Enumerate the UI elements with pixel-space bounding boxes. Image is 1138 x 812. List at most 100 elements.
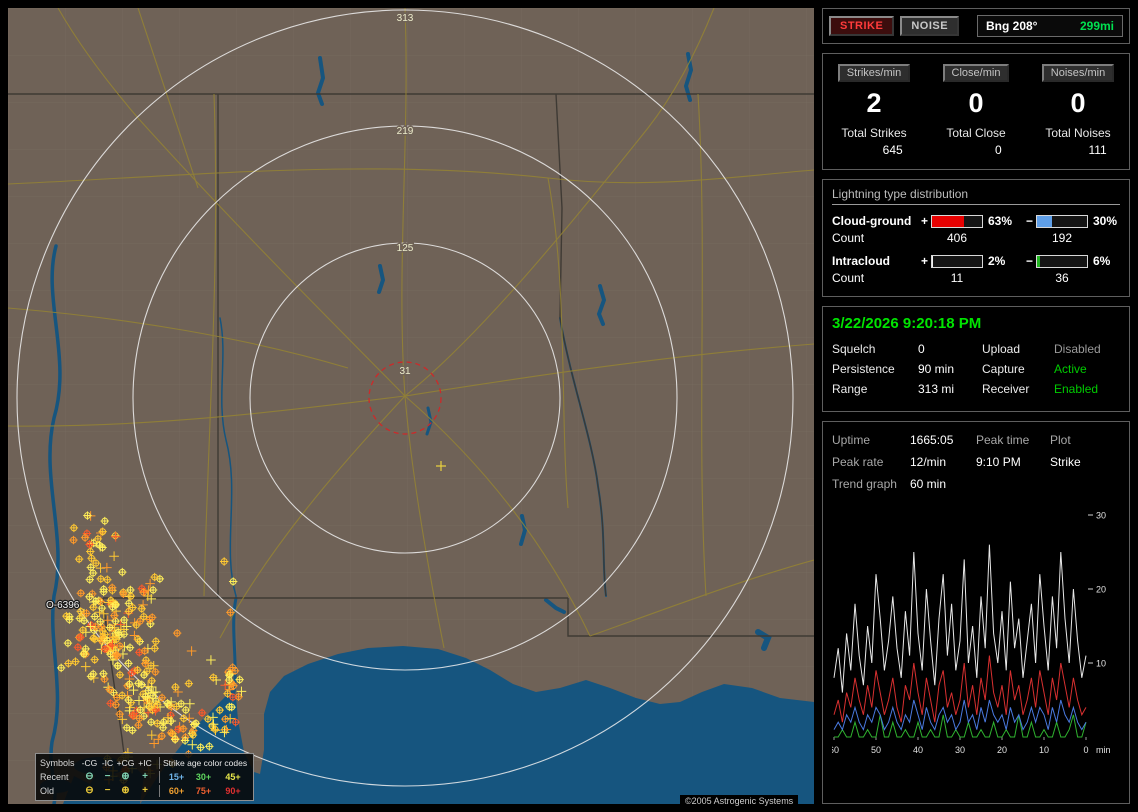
total-noises-label: Total Noises [1045, 126, 1111, 140]
persistence-value: 90 min [918, 362, 955, 376]
peak-rate-label: Peak rate [832, 455, 884, 469]
plus-sign: + [920, 254, 928, 268]
svg-text:10: 10 [1096, 659, 1106, 669]
noises-per-min-column: Noises/min 0 Total Noises 111 [1027, 63, 1129, 159]
intracloud-count-row: Count 11 36 [832, 271, 1120, 285]
circle-plus-icon: ⊕ [121, 785, 130, 796]
plot-label: Plot [1050, 433, 1071, 447]
total-close-value: 0 [995, 143, 1002, 157]
range-label: Range [832, 382, 868, 396]
ic-positive-count: 11 [950, 271, 964, 285]
datetime-display: 3/22/2026 9:20:18 PM [832, 315, 982, 332]
noises-per-min-value: 0 [1070, 88, 1086, 118]
ic-negative-count: 36 [1055, 271, 1069, 285]
plus-icon: + [142, 785, 148, 796]
storm-cell-label: O-6396 [46, 600, 80, 611]
trend-graph-label: Trend graph [832, 477, 897, 491]
total-noises-value: 111 [1088, 143, 1107, 157]
legend-age-title: Strike age color codes [163, 758, 248, 768]
distribution-section: Lightning type distribution Cloud-ground… [822, 179, 1130, 297]
svg-text:20: 20 [997, 745, 1007, 755]
legend-col-pos-cg: +CG [116, 758, 135, 768]
minus-icon: − [104, 771, 111, 782]
capture-status: Active [1054, 362, 1087, 376]
peak-time-label: Peak time [976, 433, 1030, 447]
bearing-value: Bng 208° [986, 19, 1038, 33]
top-control-bar: STRIKE NOISE Bng 208° 299mi [822, 8, 1130, 44]
legend-old-label: Old [40, 786, 55, 796]
age-code-30: 30+ [195, 772, 212, 782]
bearing-range-value: 299mi [1079, 19, 1114, 33]
strikes-per-min-value: 2 [866, 88, 882, 118]
close-per-min-value: 0 [968, 88, 984, 118]
noises-per-min-button[interactable]: Noises/min [1041, 64, 1115, 82]
status-row: Persistence 90 min Capture Active [832, 362, 1120, 376]
status-section: 3/22/2026 9:20:18 PM Squelch 0 Upload Di… [822, 306, 1130, 412]
count-label: Count [832, 231, 865, 245]
circle-plus-icon: ⊕ [121, 771, 130, 782]
noise-button[interactable]: NOISE [900, 16, 960, 36]
legend-symbols-title: Symbols [40, 758, 75, 768]
plot-value: Strike [1050, 455, 1081, 469]
minus-sign: − [1025, 254, 1033, 268]
uptime-value: 1665:05 [910, 433, 954, 447]
legend-col-pos-ic: +IC [138, 758, 152, 768]
strike-button[interactable]: STRIKE [829, 16, 895, 36]
svg-text:10: 10 [1039, 745, 1049, 755]
ic-positive-bar [931, 254, 983, 268]
age-code-60: 60+ [168, 786, 185, 796]
svg-text:50: 50 [871, 745, 881, 755]
capture-label: Capture [982, 362, 1025, 376]
total-close-label: Total Close [946, 126, 1006, 140]
minus-icon: − [104, 785, 111, 796]
svg-text:20: 20 [1096, 585, 1106, 595]
rates-section: Strikes/min 2 Total Strikes 645 Close/mi… [822, 53, 1130, 170]
legend-old-row: Old ⊖ − ⊕ + 60+ 75+ 90+ [40, 784, 249, 798]
range-label-31: 31 [399, 366, 411, 377]
stats-row: Uptime 1665:05 Peak time Plot [832, 433, 1120, 447]
uptime-label: Uptime [832, 433, 871, 447]
cg-positive-percent: 63% [988, 214, 1013, 228]
legend-divider [158, 785, 160, 797]
copyright-text: ©2005 Astrogenic Systems [680, 795, 799, 807]
age-code-15: 15+ [168, 772, 185, 782]
legend-header-row: Symbols -CG -IC +CG +IC Strike age color… [40, 756, 249, 770]
circle-minus-icon: ⊖ [85, 771, 94, 782]
trend-chart-wrap: 30 20 10 60 50 40 30 20 10 0 min [829, 509, 1120, 766]
close-per-min-button[interactable]: Close/min [942, 64, 1010, 82]
trend-graph-value: 60 min [910, 477, 947, 491]
svg-text:30: 30 [1096, 511, 1106, 521]
circle-minus-icon: ⊖ [85, 785, 94, 796]
legend-recent-row: Recent ⊖ − ⊕ + 15+ 30+ 45+ [40, 770, 249, 784]
stats-section: Uptime 1665:05 Peak time Plot Peak rate … [822, 421, 1130, 804]
range-label-125: 125 [397, 243, 414, 254]
receiver-status: Enabled [1054, 382, 1099, 396]
range-value: 313 mi [918, 382, 955, 396]
legend-divider [158, 757, 160, 769]
plus-sign: + [920, 214, 928, 228]
bearing-display: Bng 208° 299mi [977, 15, 1123, 37]
intracloud-label: Intracloud [832, 254, 891, 268]
ic-negative-bar [1036, 254, 1088, 268]
total-strikes-label: Total Strikes [841, 126, 907, 140]
cg-negative-percent: 30% [1093, 214, 1118, 228]
total-strikes-value: 645 [882, 143, 903, 157]
map-legend: Symbols -CG -IC +CG +IC Strike age color… [35, 753, 254, 801]
age-code-75: 75+ [195, 786, 212, 796]
intracloud-row: Intracloud + 2% − 6% [832, 254, 1120, 268]
persistence-label: Persistence [832, 362, 895, 376]
plus-icon: + [142, 771, 148, 782]
legend-col-neg-ic: -IC [101, 758, 114, 768]
age-code-90: 90+ [225, 786, 241, 796]
ic-negative-percent: 6% [1093, 254, 1111, 268]
squelch-value: 0 [918, 342, 925, 356]
peak-time-value: 9:10 PM [976, 455, 1021, 469]
legend-col-neg-cg: -CG [81, 758, 98, 768]
map-container: 313 219 125 31 O-6396 Symbols -CG -IC +C… [8, 8, 814, 807]
legend-divider [158, 771, 160, 783]
map-canvas[interactable]: 313 219 125 31 O-6396 [8, 8, 814, 804]
range-label-219: 219 [397, 126, 414, 137]
strikes-per-min-button[interactable]: Strikes/min [837, 64, 911, 82]
cloud-ground-row: Cloud-ground + 63% − 30% [832, 214, 1120, 228]
svg-text:30: 30 [955, 745, 965, 755]
